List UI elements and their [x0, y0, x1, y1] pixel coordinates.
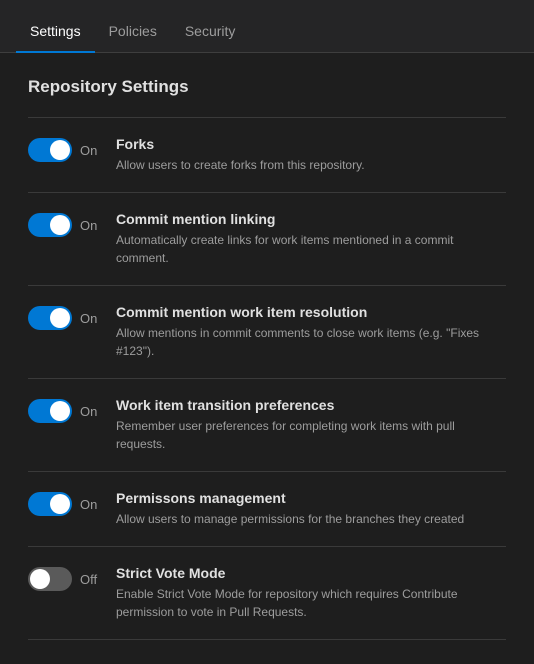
tab-settings[interactable]: Settings [16, 11, 95, 53]
setting-name-commit-mention-linking: Commit mention linking [116, 211, 506, 227]
toggle-knob-work-item-transition [50, 401, 70, 421]
tab-bar: Settings Policies Security [0, 0, 534, 53]
toggle-knob-commit-mention-work-item [50, 308, 70, 328]
setting-name-commit-mention-work-item: Commit mention work item resolution [116, 304, 506, 320]
toggle-commit-mention-work-item[interactable] [28, 306, 72, 330]
setting-text-work-item-transition: Work item transition preferences Remember… [116, 397, 506, 453]
toggle-label-work-item-transition: On [80, 404, 100, 419]
toggle-knob-permissions-management [50, 494, 70, 514]
setting-name-work-item-transition: Work item transition preferences [116, 397, 506, 413]
toggle-container-commit-mention-linking: On [28, 211, 100, 237]
toggle-label-strict-vote-mode: Off [80, 572, 100, 587]
toggle-container-work-item-transition: On [28, 397, 100, 423]
setting-desc-commit-mention-linking: Automatically create links for work item… [116, 231, 506, 267]
toggle-container-forks: On [28, 136, 100, 162]
setting-text-commit-mention-work-item: Commit mention work item resolution Allow… [116, 304, 506, 360]
content-area: Repository Settings On Forks Allow users t… [0, 53, 534, 664]
setting-desc-work-item-transition: Remember user preferences for completing… [116, 417, 506, 453]
toggle-knob-commit-mention-linking [50, 215, 70, 235]
toggle-label-commit-mention-linking: On [80, 218, 100, 233]
setting-name-forks: Forks [116, 136, 506, 152]
setting-item-permissions-management: On Permissons management Allow users to ma… [28, 472, 506, 547]
setting-item-commit-mention-work-item: On Commit mention work item resolution All… [28, 286, 506, 379]
toggle-permissions-management[interactable] [28, 492, 72, 516]
toggle-forks[interactable] [28, 138, 72, 162]
toggle-label-commit-mention-work-item: On [80, 311, 100, 326]
setting-item-work-item-transition: On Work item transition preferences Rememb… [28, 379, 506, 472]
toggle-strict-vote-mode[interactable] [28, 567, 72, 591]
setting-text-commit-mention-linking: Commit mention linking Automatically crea… [116, 211, 506, 267]
toggle-container-permissions-management: On [28, 490, 100, 516]
setting-text-permissions-management: Permissons management Allow users to mana… [116, 490, 506, 528]
toggle-label-permissions-management: On [80, 497, 100, 512]
setting-desc-commit-mention-work-item: Allow mentions in commit comments to clo… [116, 324, 506, 360]
toggle-container-commit-mention-work-item: On [28, 304, 100, 330]
toggle-label-forks: On [80, 143, 100, 158]
setting-name-permissions-management: Permissons management [116, 490, 506, 506]
toggle-knob-forks [50, 140, 70, 160]
setting-name-strict-vote-mode: Strict Vote Mode [116, 565, 506, 581]
section-title: Repository Settings [28, 77, 506, 97]
setting-desc-strict-vote-mode: Enable Strict Vote Mode for repository w… [116, 585, 506, 621]
setting-item-commit-mention-linking: On Commit mention linking Automatically cr… [28, 193, 506, 286]
setting-desc-permissions-management: Allow users to manage permissions for th… [116, 510, 506, 528]
toggle-work-item-transition[interactable] [28, 399, 72, 423]
setting-item-strict-vote-mode: Off Strict Vote Mode Enable Strict Vote Mo… [28, 547, 506, 640]
toggle-container-strict-vote-mode: Off [28, 565, 100, 591]
tab-policies[interactable]: Policies [95, 11, 171, 53]
setting-text-forks: Forks Allow users to create forks from th… [116, 136, 506, 174]
setting-desc-forks: Allow users to create forks from this re… [116, 156, 506, 174]
toggle-knob-strict-vote-mode [30, 569, 50, 589]
toggle-commit-mention-linking[interactable] [28, 213, 72, 237]
setting-item-forks: On Forks Allow users to create forks from … [28, 118, 506, 193]
settings-list: On Forks Allow users to create forks from … [28, 117, 506, 640]
setting-text-strict-vote-mode: Strict Vote Mode Enable Strict Vote Mode … [116, 565, 506, 621]
tab-security[interactable]: Security [171, 11, 250, 53]
